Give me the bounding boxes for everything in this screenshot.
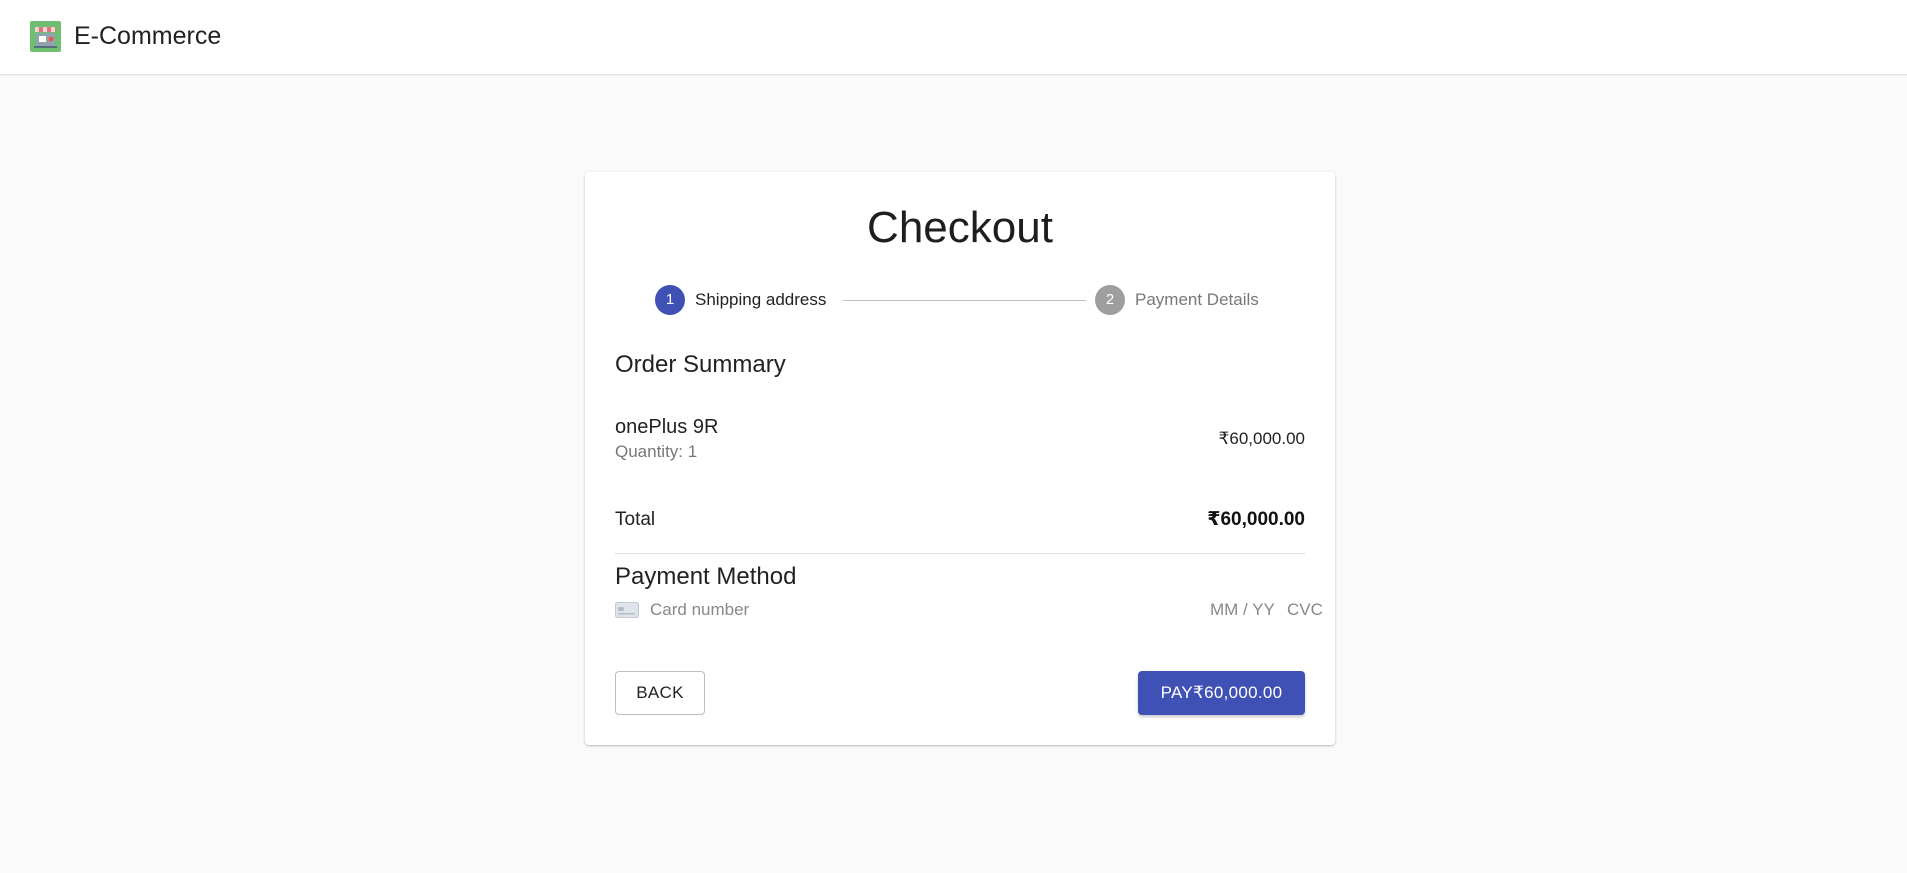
divider [615, 553, 1305, 554]
pay-button[interactable]: PAY₹60,000.00 [1138, 671, 1305, 715]
app-bar: E-Commerce [0, 0, 1907, 75]
card-expiry-field[interactable]: MM / YY [1210, 598, 1275, 622]
total-label: Total [615, 509, 656, 530]
step-2-indicator: 2 [1095, 285, 1125, 315]
stepper-connector [843, 300, 1086, 301]
page-title: Checkout [867, 203, 1053, 252]
step-1-indicator: 1 [655, 285, 685, 315]
brand-title[interactable]: E-Commerce [74, 21, 221, 52]
card-input-row[interactable]: Card number MM / YY CVC [615, 598, 1323, 622]
item-name: onePlus 9R [615, 416, 719, 438]
store-logo-icon[interactable] [30, 21, 61, 52]
card-cvc-field[interactable]: CVC [1287, 598, 1323, 622]
item-quantity: Quantity: 1 [615, 442, 698, 461]
card-number-field[interactable]: Card number [650, 598, 749, 622]
payment-method-heading: Payment Method [615, 563, 797, 590]
checkout-card: Checkout 1 Shipping address 2 Payment De… [585, 172, 1335, 745]
step-1-label: Shipping address [695, 290, 827, 309]
credit-card-icon [615, 602, 639, 618]
total-value: ₹60,000.00 [1207, 509, 1305, 530]
back-button[interactable]: BACK [615, 671, 705, 715]
item-price: ₹60,000.00 [1218, 429, 1305, 448]
step-2-label: Payment Details [1135, 290, 1259, 309]
order-summary-heading: Order Summary [615, 351, 786, 378]
